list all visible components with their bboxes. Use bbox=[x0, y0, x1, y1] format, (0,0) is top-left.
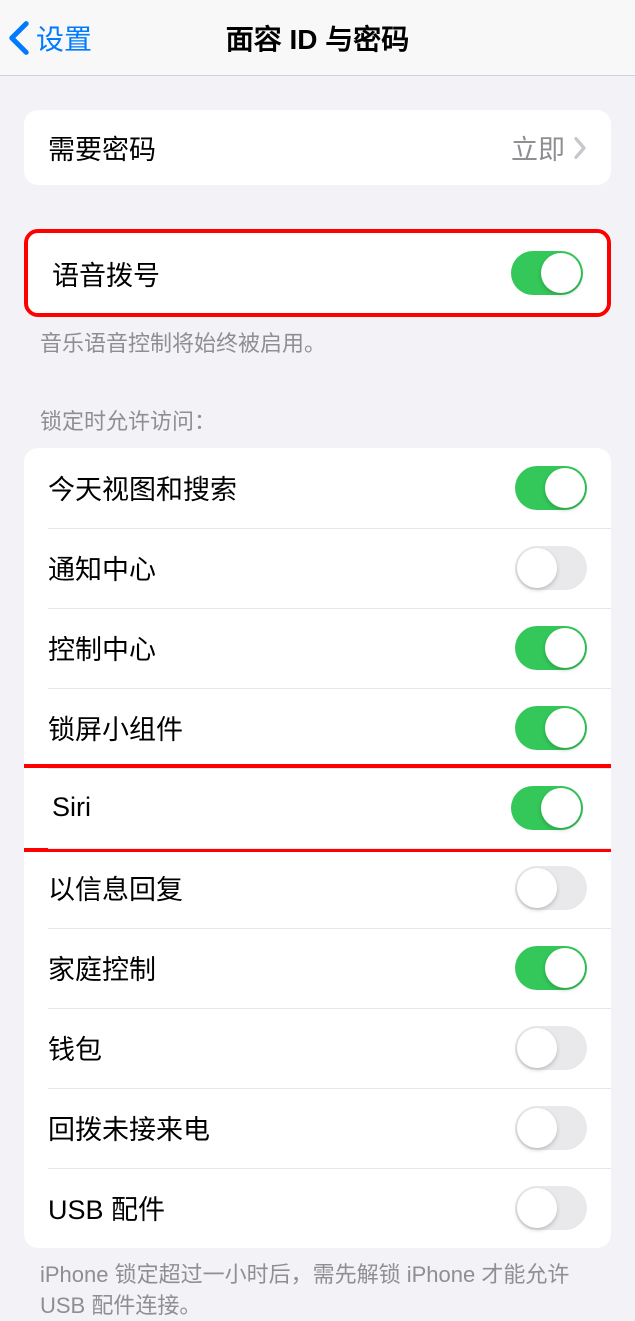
control-center-label: 控制中心 bbox=[48, 628, 156, 667]
usb-accessories-label: USB 配件 bbox=[48, 1188, 165, 1227]
home-control-row: 家庭控制 bbox=[24, 928, 611, 1008]
usb-accessories-toggle[interactable] bbox=[515, 1186, 587, 1230]
today-view-toggle[interactable] bbox=[515, 466, 587, 510]
voice-dial-label: 语音拨号 bbox=[52, 254, 160, 293]
back-label: 设置 bbox=[36, 18, 92, 58]
reply-message-row: 以信息回复 bbox=[24, 848, 611, 928]
lock-screen-widgets-row: 锁屏小组件 bbox=[24, 688, 611, 768]
voice-dial-footer: 音乐语音控制将始终被启用。 bbox=[0, 317, 635, 360]
notification-center-toggle[interactable] bbox=[515, 546, 587, 590]
notification-center-label: 通知中心 bbox=[48, 548, 156, 587]
voice-dial-group: 语音拨号 bbox=[28, 233, 607, 313]
wallet-row: 钱包 bbox=[24, 1008, 611, 1088]
usb-accessories-row: USB 配件 bbox=[24, 1168, 611, 1248]
usb-accessories-footer: iPhone 锁定超过一小时后，需先解锁 iPhone 才能允许 USB 配件连… bbox=[0, 1248, 635, 1321]
require-passcode-row[interactable]: 需要密码 立即 bbox=[24, 110, 611, 185]
return-missed-call-row: 回拨未接来电 bbox=[24, 1088, 611, 1168]
voice-dial-toggle[interactable] bbox=[511, 251, 583, 295]
wallet-label: 钱包 bbox=[48, 1028, 102, 1067]
today-view-label: 今天视图和搜索 bbox=[48, 468, 237, 507]
lock-screen-widgets-toggle[interactable] bbox=[515, 706, 587, 750]
reply-message-label: 以信息回复 bbox=[48, 868, 183, 907]
back-button[interactable]: 设置 bbox=[0, 18, 92, 58]
home-control-toggle[interactable] bbox=[515, 946, 587, 990]
lock-screen-widgets-label: 锁屏小组件 bbox=[48, 708, 183, 747]
today-view-row: 今天视图和搜索 bbox=[24, 448, 611, 528]
navigation-bar: 设置 面容 ID 与密码 bbox=[0, 0, 635, 76]
require-passcode-value: 立即 bbox=[511, 128, 565, 167]
home-control-label: 家庭控制 bbox=[48, 948, 156, 987]
reply-message-toggle[interactable] bbox=[515, 866, 587, 910]
siri-toggle[interactable] bbox=[511, 786, 583, 830]
control-center-row: 控制中心 bbox=[24, 608, 611, 688]
siri-label: Siri bbox=[52, 792, 91, 823]
wallet-toggle[interactable] bbox=[515, 1026, 587, 1070]
control-center-toggle[interactable] bbox=[515, 626, 587, 670]
page-title: 面容 ID 与密码 bbox=[226, 18, 410, 58]
return-missed-call-label: 回拨未接来电 bbox=[48, 1108, 210, 1147]
require-passcode-label: 需要密码 bbox=[48, 128, 156, 167]
locked-access-header: 锁定时允许访问： bbox=[0, 404, 635, 448]
voice-dial-row: 语音拨号 bbox=[28, 233, 607, 313]
require-passcode-group: 需要密码 立即 bbox=[24, 110, 611, 185]
locked-access-group: 今天视图和搜索 通知中心 控制中心 锁屏小组件 Siri 以信息回复 家庭控制 bbox=[24, 448, 611, 1248]
chevron-right-icon bbox=[573, 136, 587, 160]
notification-center-row: 通知中心 bbox=[24, 528, 611, 608]
siri-row: Siri bbox=[24, 764, 611, 852]
return-missed-call-toggle[interactable] bbox=[515, 1106, 587, 1150]
voice-dial-highlight: 语音拨号 bbox=[24, 229, 611, 317]
chevron-left-icon bbox=[8, 20, 30, 56]
